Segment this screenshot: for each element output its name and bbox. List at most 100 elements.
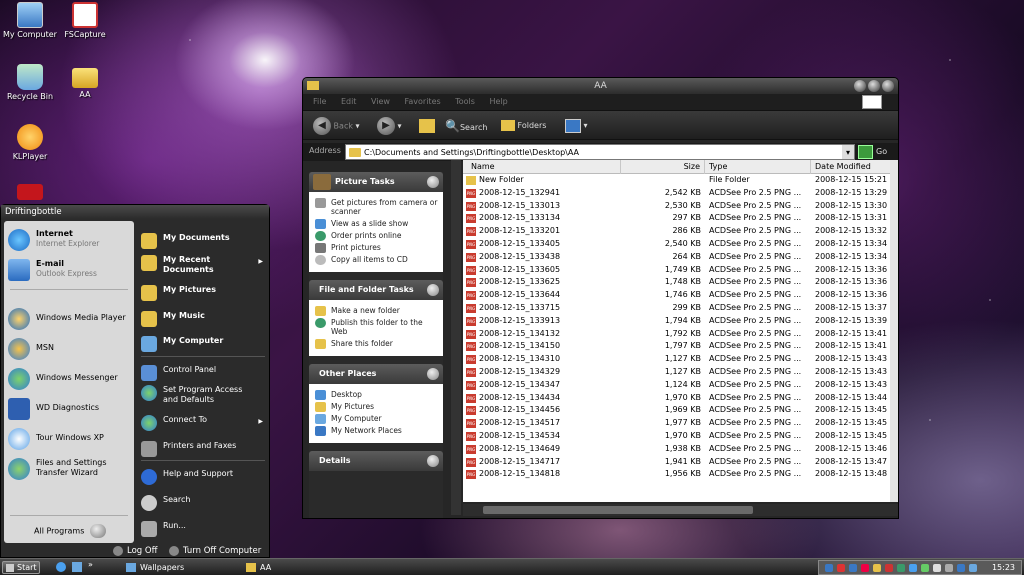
- taskbar-item-aa[interactable]: AA: [246, 560, 356, 575]
- tray-app-icon[interactable]: [897, 564, 905, 572]
- print-pictures-link[interactable]: Print pictures: [315, 243, 439, 253]
- views-button[interactable]: ▾: [565, 117, 588, 135]
- file-folder-tasks-header[interactable]: File and Folder Tasks: [309, 280, 443, 300]
- start-right-printers-and-faxes[interactable]: Printers and Faxes: [141, 441, 236, 457]
- column-type[interactable]: Type: [705, 160, 811, 174]
- make-new-folder-link[interactable]: Make a new folder: [315, 306, 439, 316]
- file-row[interactable]: PNG 2008-12-15_134310 1,127 KB ACDSee Pro 2…: [463, 353, 898, 366]
- start-button[interactable]: Start: [2, 561, 40, 574]
- file-row[interactable]: PNG 2008-12-15_134717 1,941 KB ACDSee Pro 2…: [463, 456, 898, 469]
- file-row[interactable]: PNG 2008-12-15_133605 1,749 KB ACDSee Pro 2…: [463, 264, 898, 277]
- window-titlebar[interactable]: AA: [303, 78, 898, 94]
- search-button[interactable]: 🔍Search: [445, 117, 487, 137]
- my-network-places-link[interactable]: My Network Places: [315, 426, 439, 436]
- start-item-files-settings-wizard[interactable]: Files and Settings Transfer Wizard: [8, 458, 118, 480]
- desktop-icon-my-computer[interactable]: My Computer: [0, 2, 60, 40]
- collapse-chevron-icon[interactable]: [427, 176, 439, 188]
- start-right-my-documents[interactable]: My Documents: [141, 233, 230, 249]
- menu-favorites[interactable]: Favorites: [405, 97, 441, 106]
- pane-splitter[interactable]: [451, 160, 461, 515]
- maximize-button[interactable]: [868, 80, 880, 92]
- file-row[interactable]: PNG 2008-12-15_134434 1,970 KB ACDSee Pro 2…: [463, 392, 898, 405]
- start-item-windows-messenger[interactable]: Windows Messenger: [8, 368, 118, 390]
- folders-button[interactable]: Folders: [501, 117, 546, 135]
- start-right-search[interactable]: Search: [141, 495, 190, 511]
- start-item-email[interactable]: E-mail Outlook Express: [8, 259, 97, 281]
- start-right-control-panel[interactable]: Control Panel: [141, 365, 216, 381]
- desktop-icon-fscapture[interactable]: FSCapture: [55, 2, 115, 40]
- horizontal-scrollbar[interactable]: [463, 504, 898, 516]
- share-folder-link[interactable]: Share this folder: [315, 339, 439, 349]
- file-row[interactable]: PNG 2008-12-15_132941 2,542 KB ACDSee Pro 2…: [463, 187, 898, 200]
- up-folder-button[interactable]: [419, 117, 435, 135]
- other-places-header[interactable]: Other Places: [309, 364, 443, 384]
- taskbar-item-wallpapers[interactable]: Wallpapers: [126, 560, 236, 575]
- tray-app-icon[interactable]: [861, 564, 869, 572]
- expand-chevron-icon[interactable]: [427, 455, 439, 467]
- details-header[interactable]: Details: [309, 451, 443, 471]
- close-button[interactable]: [882, 80, 894, 92]
- menu-edit[interactable]: Edit: [341, 97, 357, 106]
- start-item-internet[interactable]: Internet Internet Explorer: [8, 229, 99, 251]
- forward-button[interactable]: ▶ ▾: [377, 117, 402, 136]
- my-pictures-link[interactable]: My Pictures: [315, 402, 439, 412]
- collapse-chevron-icon[interactable]: [427, 368, 439, 380]
- file-row[interactable]: PNG 2008-12-15_134818 1,956 KB ACDSee Pro 2…: [463, 468, 898, 481]
- minimize-button[interactable]: [854, 80, 866, 92]
- start-right-set-program-access[interactable]: Set Program Access and Defaults: [141, 385, 251, 405]
- turn-off-button[interactable]: Turn Off Computer: [169, 543, 261, 559]
- start-right-connect-to[interactable]: Connect To ▶: [141, 415, 263, 431]
- all-programs-button[interactable]: All Programs: [34, 524, 107, 538]
- tray-app-icon[interactable]: [909, 564, 917, 572]
- start-right-run[interactable]: Run...: [141, 521, 186, 537]
- menu-help[interactable]: Help: [489, 97, 507, 106]
- order-prints-link[interactable]: Order prints online: [315, 231, 439, 241]
- picture-tasks-header[interactable]: Picture Tasks: [309, 172, 443, 192]
- file-row[interactable]: PNG 2008-12-15_133625 1,748 KB ACDSee Pro 2…: [463, 276, 898, 289]
- file-row[interactable]: PNG 2008-12-15_133913 1,794 KB ACDSee Pro 2…: [463, 315, 898, 328]
- file-row[interactable]: PNG 2008-12-15_134534 1,970 KB ACDSee Pro 2…: [463, 430, 898, 443]
- file-row[interactable]: PNG 2008-12-15_133405 2,540 KB ACDSee Pro 2…: [463, 238, 898, 251]
- file-row[interactable]: PNG 2008-12-15_133644 1,746 KB ACDSee Pro 2…: [463, 289, 898, 302]
- start-right-my-computer[interactable]: My Computer: [141, 336, 223, 352]
- tray-network-icon[interactable]: [933, 564, 941, 572]
- menu-view[interactable]: View: [371, 97, 390, 106]
- desktop-quicklaunch-icon[interactable]: [72, 562, 82, 572]
- start-item-msn[interactable]: MSN: [8, 338, 54, 360]
- tray-app-icon[interactable]: [957, 564, 965, 572]
- file-row[interactable]: PNG 2008-12-15_133438 264 KB ACDSee Pro 2.5…: [463, 251, 898, 264]
- column-date-modified[interactable]: Date Modified: [811, 160, 891, 174]
- menu-tools[interactable]: Tools: [455, 97, 475, 106]
- start-right-my-recent-documents[interactable]: My Recent Documents ▶: [141, 255, 263, 275]
- collapse-chevron-icon[interactable]: [427, 284, 439, 296]
- file-row[interactable]: PNG 2008-12-15_134329 1,127 KB ACDSee Pro 2…: [463, 366, 898, 379]
- file-row[interactable]: PNG 2008-12-15_134456 1,969 KB ACDSee Pro 2…: [463, 404, 898, 417]
- file-row[interactable]: PNG 2008-12-15_133201 286 KB ACDSee Pro 2.5…: [463, 225, 898, 238]
- vertical-scrollbar[interactable]: [890, 160, 898, 502]
- tray-app-icon[interactable]: [969, 564, 977, 572]
- start-right-my-music[interactable]: My Music: [141, 311, 205, 327]
- file-row[interactable]: PNG 2008-12-15_134347 1,124 KB ACDSee Pro 2…: [463, 379, 898, 392]
- ie-quicklaunch-icon[interactable]: [56, 562, 66, 572]
- start-right-my-pictures[interactable]: My Pictures: [141, 285, 216, 301]
- tray-app-icon[interactable]: [849, 564, 857, 572]
- tray-language-icon[interactable]: [825, 564, 833, 572]
- file-row[interactable]: PNG 2008-12-15_134132 1,792 KB ACDSee Pro 2…: [463, 328, 898, 341]
- tray-app-icon[interactable]: [873, 564, 881, 572]
- tray-app-icon[interactable]: [885, 564, 893, 572]
- address-input[interactable]: C:\Documents and Settings\Driftingbottle…: [345, 144, 855, 160]
- tray-app-icon[interactable]: [921, 564, 929, 572]
- slideshow-link[interactable]: View as a slide show: [315, 219, 439, 229]
- scrollbar-thumb[interactable]: [483, 506, 753, 514]
- start-item-wd-diagnostics[interactable]: WD Diagnostics: [8, 398, 99, 420]
- start-item-tour-windows-xp[interactable]: Tour Windows XP: [8, 428, 104, 450]
- start-item-windows-media-player[interactable]: Windows Media Player: [8, 308, 126, 330]
- desktop-icon-aa-folder[interactable]: AA: [55, 64, 115, 100]
- column-name[interactable]: Name: [463, 160, 621, 174]
- desktop-icon-recycle-bin[interactable]: Recycle Bin: [0, 64, 60, 102]
- go-button[interactable]: Go: [856, 144, 894, 160]
- quicklaunch-expand-icon[interactable]: »: [88, 560, 93, 569]
- column-size[interactable]: Size: [621, 160, 705, 174]
- back-button[interactable]: ◀ Back ▾: [313, 117, 360, 136]
- file-row[interactable]: New Folder File Folder 2008-12-15 15:21: [463, 174, 898, 187]
